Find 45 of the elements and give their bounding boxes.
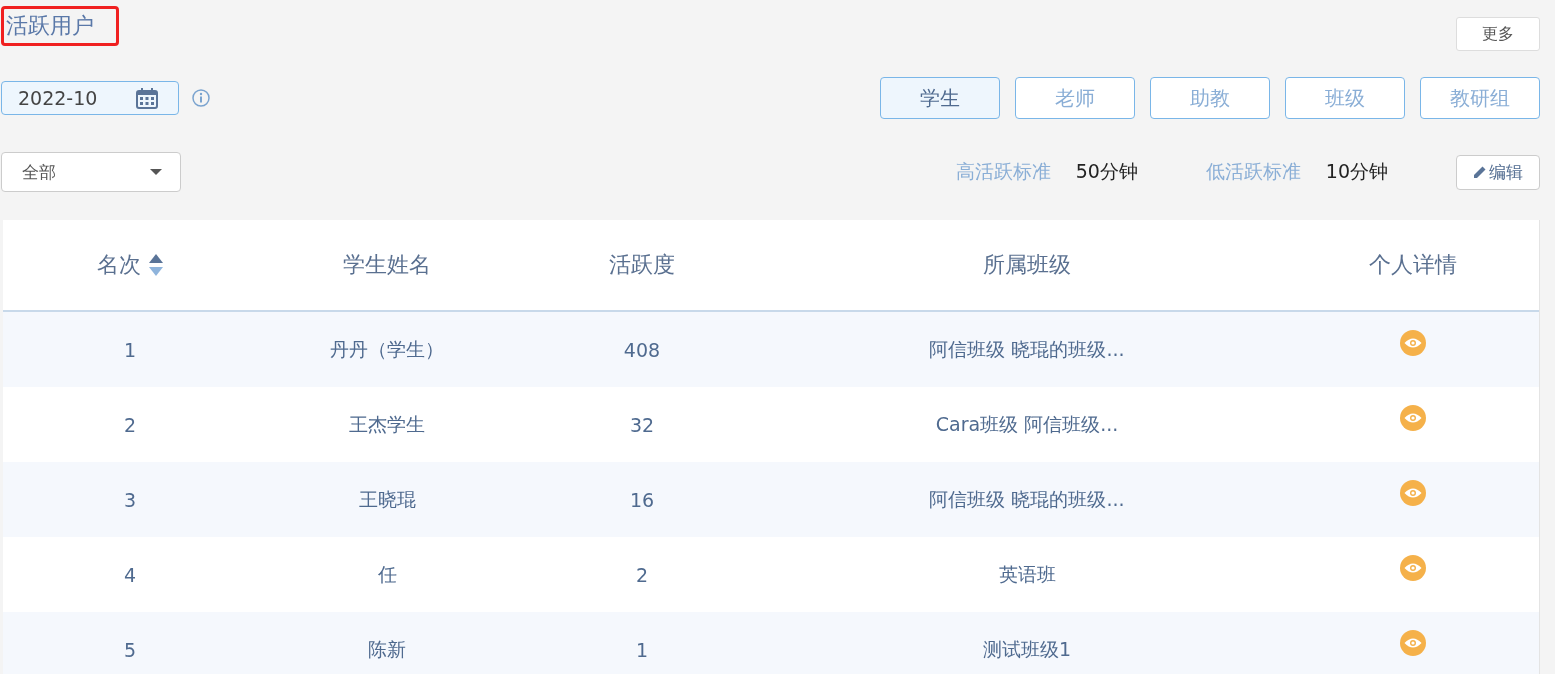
table-cell: 2	[635, 563, 649, 586]
table-cell: 3	[123, 488, 137, 511]
table-cell: Cara班级 阿信班级...	[935, 412, 1119, 435]
standard-label: 低活跃标准	[1205, 159, 1301, 184]
standard-label: 高活跃标准	[955, 159, 1051, 184]
table-cell: 5	[123, 638, 137, 661]
eye-icon[interactable]	[1400, 480, 1426, 506]
column-header: 个人详情	[1369, 251, 1457, 279]
standard-value: 50分钟	[1075, 159, 1138, 184]
eye-icon[interactable]	[1400, 330, 1426, 356]
table-cell: 1	[123, 338, 137, 361]
table-cell: 丹丹（学生）	[330, 337, 444, 360]
column-header: 学生姓名	[343, 251, 431, 279]
table-cell: 王晓琨	[358, 487, 416, 510]
table-cell: 2	[123, 413, 137, 436]
eye-icon[interactable]	[1400, 555, 1426, 581]
filter-select[interactable]: 全部	[1, 152, 181, 192]
table-cell: 1	[635, 638, 649, 661]
info-icon[interactable]	[192, 89, 210, 107]
table-cell: 测试班级1	[982, 637, 1072, 660]
table-cell: 陈新	[368, 637, 406, 660]
table-cell: 408	[623, 338, 661, 361]
column-header[interactable]: 名次	[97, 250, 141, 280]
pencil-icon	[1473, 165, 1487, 179]
column-header: 活跃度	[609, 251, 675, 279]
table-cell: 任	[377, 562, 397, 585]
table-cell: 阿信班级 晓琨的班级...	[929, 487, 1125, 510]
sort-icon[interactable]	[149, 254, 163, 276]
table-cell: 英语班	[998, 562, 1056, 585]
column-header: 所属班级	[983, 251, 1071, 279]
page-title: 活跃用户	[1, 6, 119, 46]
tab[interactable]: 学生	[880, 77, 1000, 119]
edit-button[interactable]: 编辑	[1456, 154, 1540, 190]
table-cell: 32	[629, 413, 655, 436]
table-cell: 4	[123, 563, 137, 586]
eye-icon[interactable]	[1400, 405, 1426, 431]
caret-icon	[150, 169, 162, 175]
eye-icon[interactable]	[1400, 630, 1426, 656]
table-cell: 16	[629, 488, 655, 511]
table-cell: 阿信班级 晓琨的班级...	[929, 337, 1125, 360]
more-button[interactable]: 更多	[1456, 17, 1540, 51]
standard-value: 10分钟	[1325, 159, 1388, 184]
calendar-icon	[136, 87, 158, 109]
table-cell: 王杰学生	[349, 412, 425, 435]
month-picker[interactable]: 2022-10	[1, 81, 179, 115]
